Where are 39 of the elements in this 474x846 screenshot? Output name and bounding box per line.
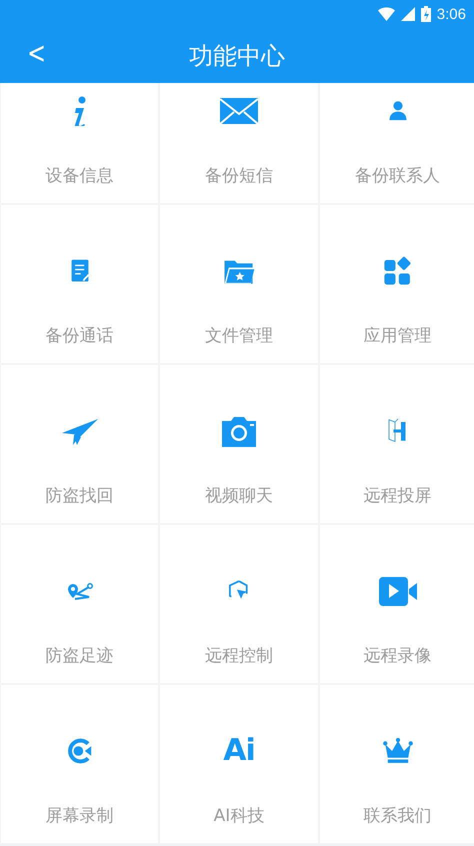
feature-label: 文件管理	[205, 325, 273, 347]
feature-tile[interactable]: 屏幕录制	[1, 685, 158, 843]
feature-tile[interactable]: 防盗找回	[1, 365, 158, 523]
feature-tile[interactable]: 联系我们	[320, 685, 474, 843]
wifi-icon	[378, 7, 395, 21]
feature-label: 视频聊天	[205, 485, 273, 507]
feature-label: 联系我们	[364, 805, 432, 827]
feature-tile[interactable]: 文件管理	[160, 205, 318, 363]
feature-label: 屏幕录制	[46, 805, 114, 827]
feature-label: 备份通话	[46, 325, 114, 347]
battery-icon	[420, 6, 431, 22]
feature-tile[interactable]: 防盗足迹	[1, 525, 158, 683]
feature-label: 备份短信	[205, 165, 273, 187]
feature-tile[interactable]: 设备信息	[1, 83, 158, 203]
status-time: 3:06	[436, 6, 466, 22]
feature-label: 防盗找回	[46, 485, 114, 507]
feature-tile[interactable]: 应用管理	[320, 205, 474, 363]
ai-logo: Ai	[223, 732, 255, 770]
info-icon	[74, 96, 86, 126]
feature-label: 远程投屏	[364, 485, 432, 507]
feature-label: 设备信息	[46, 165, 114, 187]
feature-tile[interactable]: 远程控制	[160, 525, 318, 683]
feature-tile[interactable]: 备份短信	[160, 83, 318, 203]
feature-label: AI科技	[214, 805, 264, 827]
route-icon	[66, 582, 92, 600]
feature-label: 远程控制	[205, 645, 273, 667]
page-title: 功能中心	[189, 40, 285, 72]
feature-tile[interactable]: 远程录像	[320, 525, 474, 683]
feature-label: 应用管理	[364, 325, 432, 347]
feature-tile[interactable]: 视频聊天	[160, 365, 318, 523]
feature-tile[interactable]: 备份通话	[1, 205, 158, 363]
back-button[interactable]: <	[22, 36, 50, 72]
feature-label: 远程录像	[364, 645, 432, 667]
signal-icon	[400, 7, 415, 21]
feature-tile[interactable]: Ai AI科技	[160, 685, 318, 843]
feature-label: 防盗足迹	[46, 645, 114, 667]
feature-tile[interactable]: 远程投屏	[320, 365, 474, 523]
feature-label: 备份联系人	[355, 165, 440, 187]
feature-tile[interactable]: 备份联系人	[320, 83, 474, 203]
